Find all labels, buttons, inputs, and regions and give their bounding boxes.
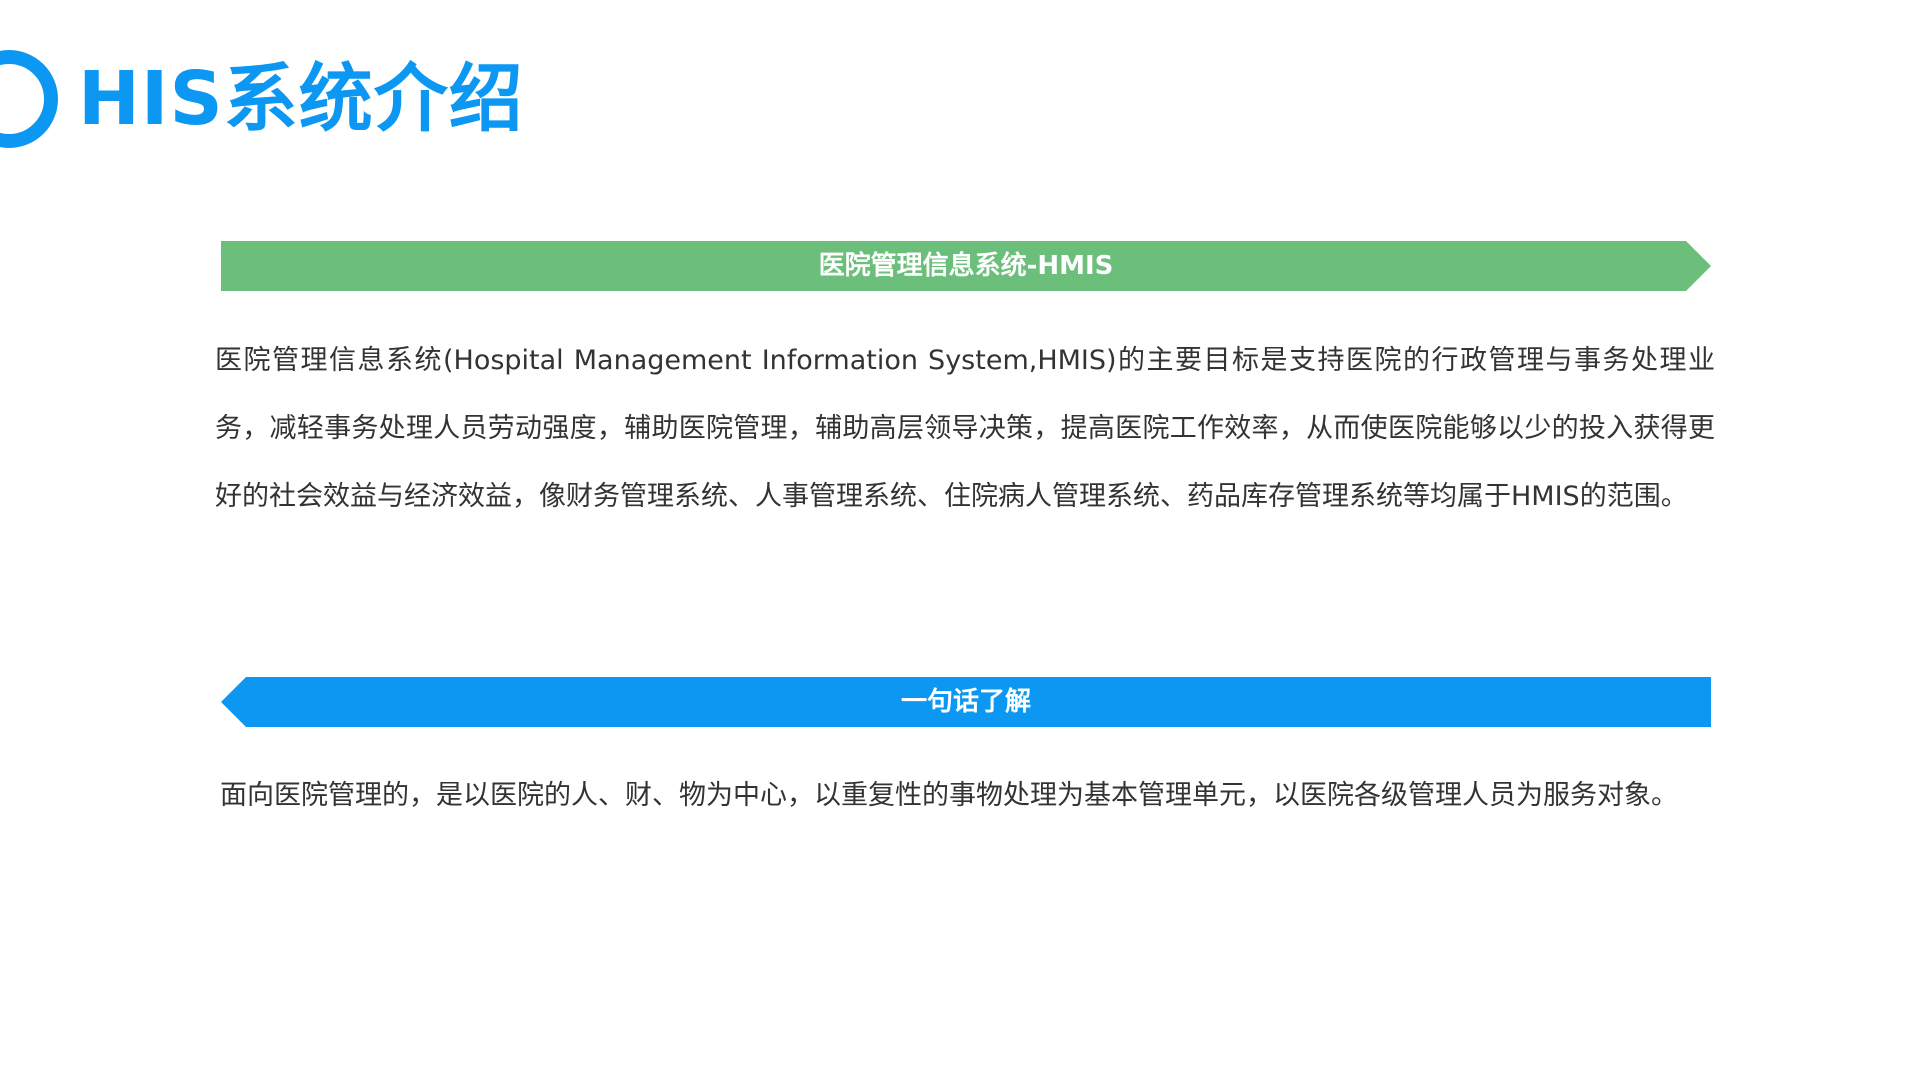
slide: HIS系统介绍 医院管理信息系统-HMIS 医院管理信息系统(Hospital …: [0, 0, 1920, 1080]
title-ring-icon: [0, 50, 58, 148]
section-banner-summary: 一句话了解: [221, 677, 1711, 727]
section-text-summary: 面向医院管理的，是以医院的人、财、物为中心，以重复性的事物处理为基本管理单元，以…: [220, 780, 1678, 811]
page-title: HIS系统介绍: [78, 56, 524, 142]
section-banner-hmis: 医院管理信息系统-HMIS: [221, 241, 1711, 291]
section-text-hmis: 医院管理信息系统(Hospital Management Information…: [215, 345, 1715, 512]
